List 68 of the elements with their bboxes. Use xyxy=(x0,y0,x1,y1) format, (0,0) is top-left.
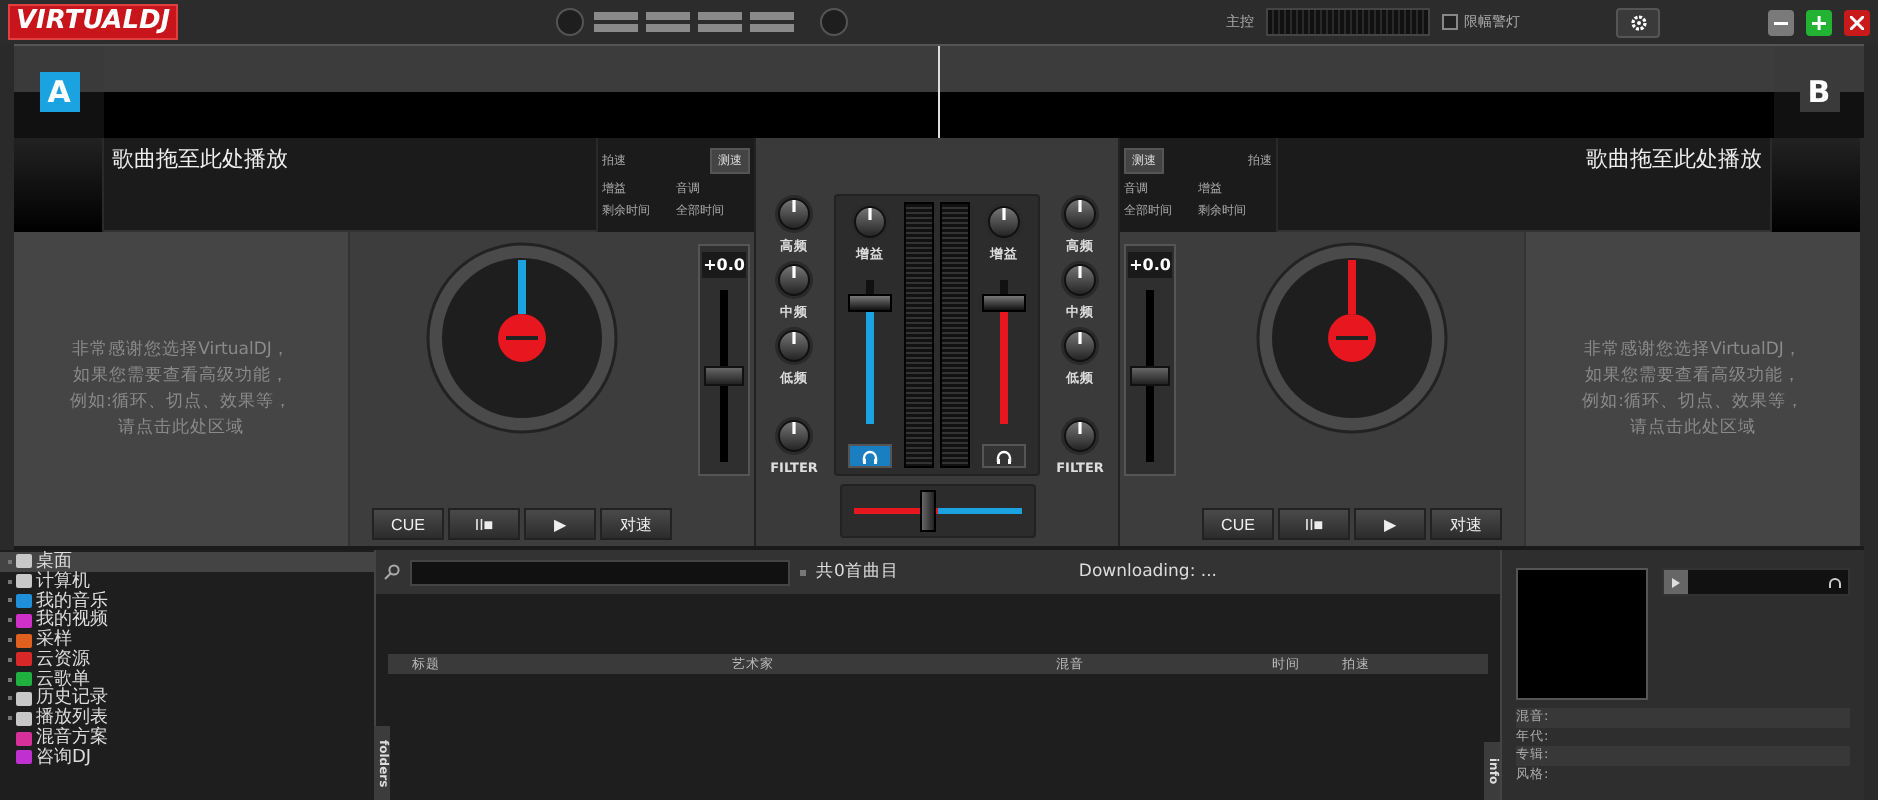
folder-tree-item[interactable]: 咨询DJ xyxy=(0,747,374,768)
transport-button[interactable]: 对速 xyxy=(1430,508,1502,540)
knob-icon[interactable] xyxy=(984,202,1024,242)
pitch-slider-thumb[interactable] xyxy=(1130,366,1170,386)
crossfader-thumb[interactable] xyxy=(920,490,937,532)
volume-fader-thumb[interactable] xyxy=(848,293,892,312)
playhead-line xyxy=(938,46,940,138)
pitch-slider[interactable] xyxy=(704,290,744,462)
track-count: 共0首曲目 xyxy=(816,560,899,584)
folder-tree-item[interactable]: 我的音乐 xyxy=(0,591,374,611)
maximize-button[interactable] xyxy=(1806,9,1832,35)
search-field[interactable] xyxy=(410,559,790,585)
minimize-button[interactable] xyxy=(1768,9,1794,35)
knob-icon[interactable] xyxy=(774,326,814,366)
folder-tree-item[interactable]: 采样 xyxy=(0,630,374,650)
pitch-slider[interactable] xyxy=(1130,290,1170,462)
headphone-icon xyxy=(996,449,1012,463)
folder-tree-item[interactable]: 历史记录 xyxy=(0,689,374,709)
cover-art xyxy=(1772,138,1860,232)
preview-play-button[interactable] xyxy=(1664,570,1688,594)
close-icon xyxy=(1850,15,1864,29)
plus-icon xyxy=(1812,15,1826,29)
knob-icon[interactable] xyxy=(1060,326,1100,366)
settings-icon xyxy=(1629,13,1647,31)
download-status: Downloading: ... xyxy=(1078,562,1217,582)
turntable-platter[interactable] xyxy=(426,242,618,434)
knob-icon[interactable] xyxy=(774,194,814,234)
folder-tree-item[interactable]: 混音方案 xyxy=(0,728,374,748)
transport-button[interactable]: II■ xyxy=(1278,508,1350,540)
cover-art xyxy=(14,138,102,232)
headphone-cue-button[interactable] xyxy=(982,444,1026,468)
transport-button[interactable]: ▶ xyxy=(524,508,596,540)
pitch-slider-thumb[interactable] xyxy=(704,366,744,386)
pitch-reading: +0.0 xyxy=(1127,252,1173,278)
limiter-checkbox[interactable] xyxy=(1442,14,1458,30)
headphone-icon xyxy=(1828,575,1842,589)
transport-button[interactable]: CUE xyxy=(372,508,444,540)
pitch-reading: +0.0 xyxy=(701,252,747,278)
knob-icon[interactable] xyxy=(774,416,814,456)
knob-icon[interactable] xyxy=(1060,260,1100,300)
play-icon xyxy=(1672,577,1680,587)
knob-icon[interactable] xyxy=(1060,194,1100,234)
track-title: 歌曲拖至此处播放 xyxy=(1584,144,1764,176)
cover-art xyxy=(1516,568,1648,700)
crossfader[interactable] xyxy=(839,484,1035,538)
headphone-cue-button[interactable] xyxy=(848,444,892,468)
knob-icon[interactable] xyxy=(774,260,814,300)
search-icon xyxy=(384,564,400,580)
track-title: 歌曲拖至此处播放 xyxy=(110,144,290,176)
close-button[interactable] xyxy=(1844,9,1870,35)
transport-button[interactable]: ▶ xyxy=(1354,508,1426,540)
folder-tree-item[interactable]: 计算机 xyxy=(0,571,374,592)
deck-letter: A xyxy=(39,72,79,112)
transport-button[interactable]: 对速 xyxy=(600,508,672,540)
turntable-platter[interactable] xyxy=(1256,242,1448,434)
folder-tree-item[interactable]: 我的视频 xyxy=(0,610,374,631)
headphone-icon xyxy=(862,449,878,463)
folder-tree-item[interactable]: 云资源 xyxy=(0,649,374,670)
settings-button[interactable] xyxy=(1616,7,1660,37)
app-logo: VIRTUALDJ xyxy=(8,4,179,40)
folder-tree-item[interactable]: 播放列表 xyxy=(0,708,374,729)
transport-button[interactable]: II■ xyxy=(448,508,520,540)
folder-tree-item[interactable]: 云歌单 xyxy=(0,669,374,690)
knob-icon[interactable] xyxy=(1060,416,1100,456)
knob-icon[interactable] xyxy=(850,202,890,242)
folder-tree-item[interactable]: 桌面 xyxy=(0,552,374,572)
transport-button[interactable]: CUE xyxy=(1202,508,1274,540)
volume-fader-thumb[interactable] xyxy=(982,293,1026,312)
